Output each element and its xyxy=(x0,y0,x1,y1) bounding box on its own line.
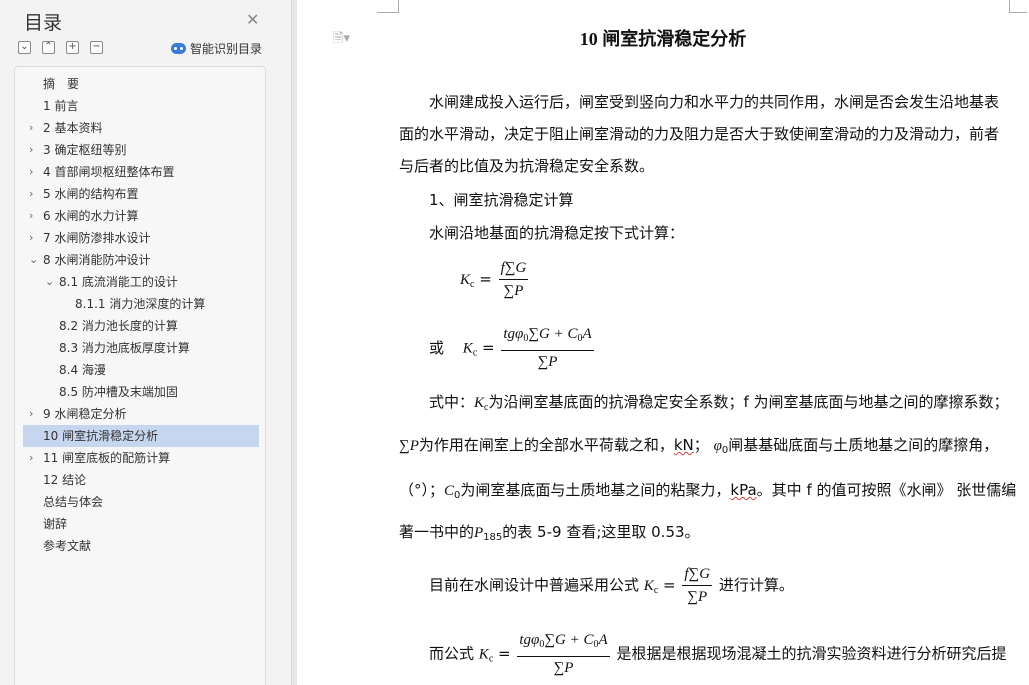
toc-item[interactable]: › 6 水闸的水力计算 xyxy=(23,205,259,227)
toc-item-label: 2 基本资料 xyxy=(43,121,103,135)
chevron-down-icon[interactable]: ⌄ xyxy=(45,271,54,293)
toc-list: 摘 要 1 前言 › 2 基本资料 › 3 确定枢纽等别 › 4 首部闸坝枢纽整体布置 › 5 水… xyxy=(14,66,266,685)
toc-title: 目录 xyxy=(24,12,63,34)
toc-item-label: 8.2 消力池长度的计算 xyxy=(59,319,178,333)
toc-item-label: 8.1.1 消力池深度的计算 xyxy=(75,297,206,311)
toc-item[interactable]: › 5 水闸的结构布置 xyxy=(23,183,259,205)
toc-item-label: 8.3 消力池底板厚度计算 xyxy=(59,341,190,355)
toc-item-label: 8.4 海漫 xyxy=(59,363,106,377)
margin-mark xyxy=(377,12,399,13)
toc-item-label: 6 水闸的水力计算 xyxy=(43,209,139,223)
section-title: 10 闸室抗滑稳定分析 xyxy=(579,29,747,49)
toc-item-label: 8.1 底流消能工的设计 xyxy=(59,275,178,289)
body-line: 而公式 Kc = tgφ0∑G + C0A ∑P 是根据是根据现场混凝土的抗滑实验… xyxy=(429,629,1006,679)
toc-item-label: 总结与体会 xyxy=(43,495,104,509)
toc-item-label: 10 闸室抗滑稳定分析 xyxy=(43,429,159,443)
body-line: ∑P为作用在闸室上的全部水平荷载之和，kN； φ0闸基基础底面与土质地基之间的摩… xyxy=(399,436,999,456)
expand-all-icon[interactable]: ⌃ xyxy=(42,41,55,54)
add-heading-icon[interactable]: + xyxy=(66,41,79,54)
toc-item-label: 9 水闸稳定分析 xyxy=(43,407,127,421)
toc-item-label: 8 水闸消能防冲设计 xyxy=(43,253,151,267)
toc-item[interactable]: 8.5 防冲槽及末端加固 xyxy=(23,381,259,403)
document-page[interactable]: 🗎▾ 10 闸室抗滑稳定分析 水闸建成投入运行后，闸室受到竖向力和水平力的共同作… xyxy=(297,0,1029,685)
toc-sidebar: 目录 ✕ ⌄ ⌃ + − 智能识别目录 摘 要 1 前言 › 2 基本资料 › 3 确定枢… xyxy=(0,0,292,685)
document-area[interactable]: 🗎▾ 10 闸室抗滑稳定分析 水闸建成投入运行后，闸室受到竖向力和水平力的共同作… xyxy=(293,0,1029,685)
chevron-right-icon[interactable]: › xyxy=(29,183,33,205)
toc-item-label: 4 首部闸坝枢纽整体布置 xyxy=(43,165,175,179)
formula-intro: 水闸沿地基面的抗滑稳定按下式计算： xyxy=(429,224,685,242)
ai-icon xyxy=(171,43,186,54)
toc-item-label: 谢辞 xyxy=(43,517,68,531)
toc-item-label: 5 水闸的结构布置 xyxy=(43,187,139,201)
toc-item[interactable]: 8.2 消力池长度的计算 xyxy=(23,315,259,337)
toc-item[interactable]: › 2 基本资料 xyxy=(23,117,259,139)
close-icon[interactable]: ✕ xyxy=(246,10,259,29)
toc-item-label: 参考文献 xyxy=(43,539,92,553)
toc-item[interactable]: 8.3 消力池底板厚度计算 xyxy=(23,337,259,359)
margin-mark xyxy=(1009,0,1010,13)
margin-mark xyxy=(1009,12,1027,13)
intro-paragraph: 水闸建成投入运行后，闸室受到竖向力和水平力的共同作用，水闸是否会发生沿地基表面的… xyxy=(399,93,1000,175)
toc-item[interactable]: 1 前言 xyxy=(23,95,259,117)
toc-item[interactable]: 12 结论 xyxy=(23,469,259,491)
chevron-right-icon[interactable]: › xyxy=(29,205,33,227)
toc-item[interactable]: 总结与体会 xyxy=(23,491,259,513)
toc-item-label: 8.5 防冲槽及末端加固 xyxy=(59,385,178,399)
toc-item-label: 7 水闸防渗排水设计 xyxy=(43,231,151,245)
chevron-right-icon[interactable]: › xyxy=(29,161,33,183)
toc-item[interactable]: › 9 水闸稳定分析 xyxy=(23,403,259,425)
toc-item[interactable]: ⌄ 8 水闸消能防冲设计 xyxy=(23,249,259,271)
toc-item-label: 摘 要 xyxy=(43,77,80,91)
toc-item-label: 1 前言 xyxy=(43,99,79,113)
toc-item[interactable]: › 4 首部闸坝枢纽整体布置 xyxy=(23,161,259,183)
body-line: 目前在水闸设计中普遍采用公式 Kc = f∑G ∑P 进行计算。 xyxy=(429,563,794,608)
formula-2: 或 Kc = tgφ0∑G + C0A ∑P xyxy=(429,323,596,373)
chevron-right-icon[interactable]: › xyxy=(29,139,33,161)
toc-item[interactable]: 谢辞 xyxy=(23,513,259,535)
toc-item-label: 11 闸室底板的配筋计算 xyxy=(43,451,171,465)
subheading: 1、闸室抗滑稳定计算 xyxy=(429,191,574,209)
body-line: （°）；C0为闸室基底面与土质地基之间的粘聚力，kPa。其中 f 的值可按照《水… xyxy=(399,481,1017,501)
where-line: 式中：Kc为沿闸室基底面的抗滑稳定安全系数；f 为闸室基底面与地基之间的摩擦系数… xyxy=(429,393,1009,413)
chevron-right-icon[interactable]: › xyxy=(29,447,33,469)
chevron-right-icon[interactable]: › xyxy=(29,227,33,249)
remove-heading-icon[interactable]: − xyxy=(90,41,103,54)
smart-toc-label: 智能识别目录 xyxy=(190,42,263,56)
toc-item[interactable]: ⌄ 8.1 底流消能工的设计 xyxy=(23,271,259,293)
toc-item[interactable]: › 11 闸室底板的配筋计算 xyxy=(23,447,259,469)
toc-item[interactable]: › 3 确定枢纽等别 xyxy=(23,139,259,161)
body-line: 著一书中的P185的表 5-9 查看;这里取 0.53。 xyxy=(399,523,700,543)
formula-1: Kc = f∑G ∑P xyxy=(460,257,530,302)
smart-toc-button[interactable]: 智能识别目录 xyxy=(171,40,262,57)
toc-item-label: 12 结论 xyxy=(43,473,87,487)
toc-item[interactable]: 参考文献 xyxy=(23,535,259,557)
chevron-right-icon[interactable]: › xyxy=(29,117,33,139)
chevron-right-icon[interactable]: › xyxy=(29,403,33,425)
toc-item[interactable]: 10 闸室抗滑稳定分析 xyxy=(23,425,259,447)
margin-mark xyxy=(398,0,399,13)
toc-item[interactable]: 8.1.1 消力池深度的计算 xyxy=(23,293,259,315)
chevron-down-icon[interactable]: ⌄ xyxy=(29,249,38,271)
toc-item[interactable]: 摘 要 xyxy=(23,73,259,95)
collapse-all-icon[interactable]: ⌄ xyxy=(18,41,31,54)
toc-item[interactable]: › 7 水闸防渗排水设计 xyxy=(23,227,259,249)
toc-item-label: 3 确定枢纽等别 xyxy=(43,143,127,157)
toc-item[interactable]: 8.4 海漫 xyxy=(23,359,259,381)
